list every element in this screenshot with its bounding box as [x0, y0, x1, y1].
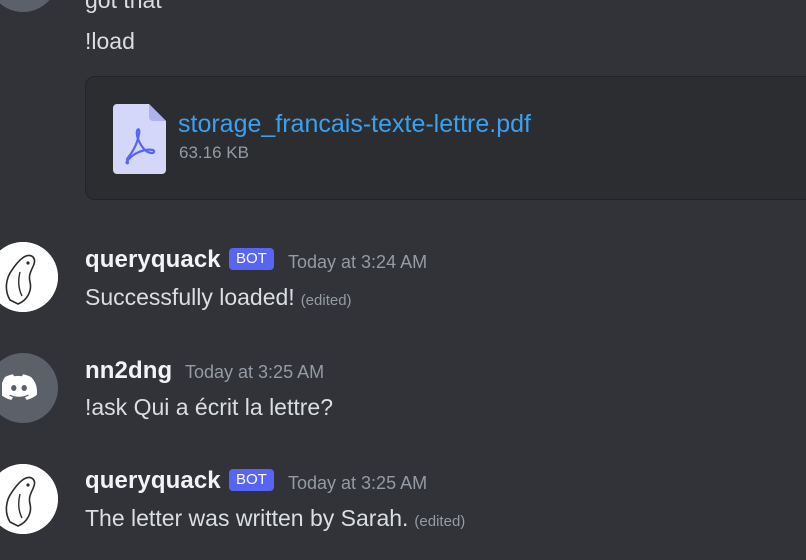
duck-avatar-icon[interactable]: [0, 464, 58, 534]
bot-badge: BOT: [229, 469, 274, 491]
attachment-file-name[interactable]: storage_francais-texte-lettre.pdf: [178, 110, 531, 139]
bot-badge: BOT: [229, 248, 274, 270]
message-timestamp: Today at 3:24 AM: [288, 252, 428, 272]
message-author-queryquack[interactable]: queryquack: [85, 246, 221, 274]
message-text: !ask Qui a écrit la lettre?: [85, 394, 333, 420]
discord-logo-icon: [2, 374, 37, 400]
load-command-text: !load: [85, 28, 135, 54]
edited-label: (edited): [414, 513, 466, 530]
file-attachment[interactable]: storage_francais-texte-lettre.pdf 63.16 …: [85, 76, 806, 200]
chat-messages: got that !load storage_francais-texte-le…: [0, 0, 806, 560]
attachment-file-size: 63.16 KB: [179, 143, 249, 162]
duck-avatar-icon[interactable]: [0, 242, 58, 312]
edited-label: (edited): [300, 292, 352, 309]
discord-logo-avatar[interactable]: [0, 353, 58, 423]
message-content: Successfully loaded! (edited): [85, 284, 352, 311]
message-timestamp: Today at 3:25 AM: [185, 362, 325, 382]
message-timestamp: Today at 3:25 AM: [288, 473, 428, 493]
user-avatar-partial[interactable]: [0, 0, 58, 12]
message-author-queryquack[interactable]: queryquack: [85, 467, 221, 495]
message-text: Successfully loaded!: [85, 284, 295, 310]
message-text: The letter was written by Sarah.: [85, 505, 409, 531]
message-author-nn2dng[interactable]: nn2dng: [85, 357, 172, 385]
pdf-file-icon: [113, 104, 166, 174]
partial-message-text: got that: [85, 0, 162, 13]
message-content: The letter was written by Sarah. (edited): [85, 505, 465, 532]
